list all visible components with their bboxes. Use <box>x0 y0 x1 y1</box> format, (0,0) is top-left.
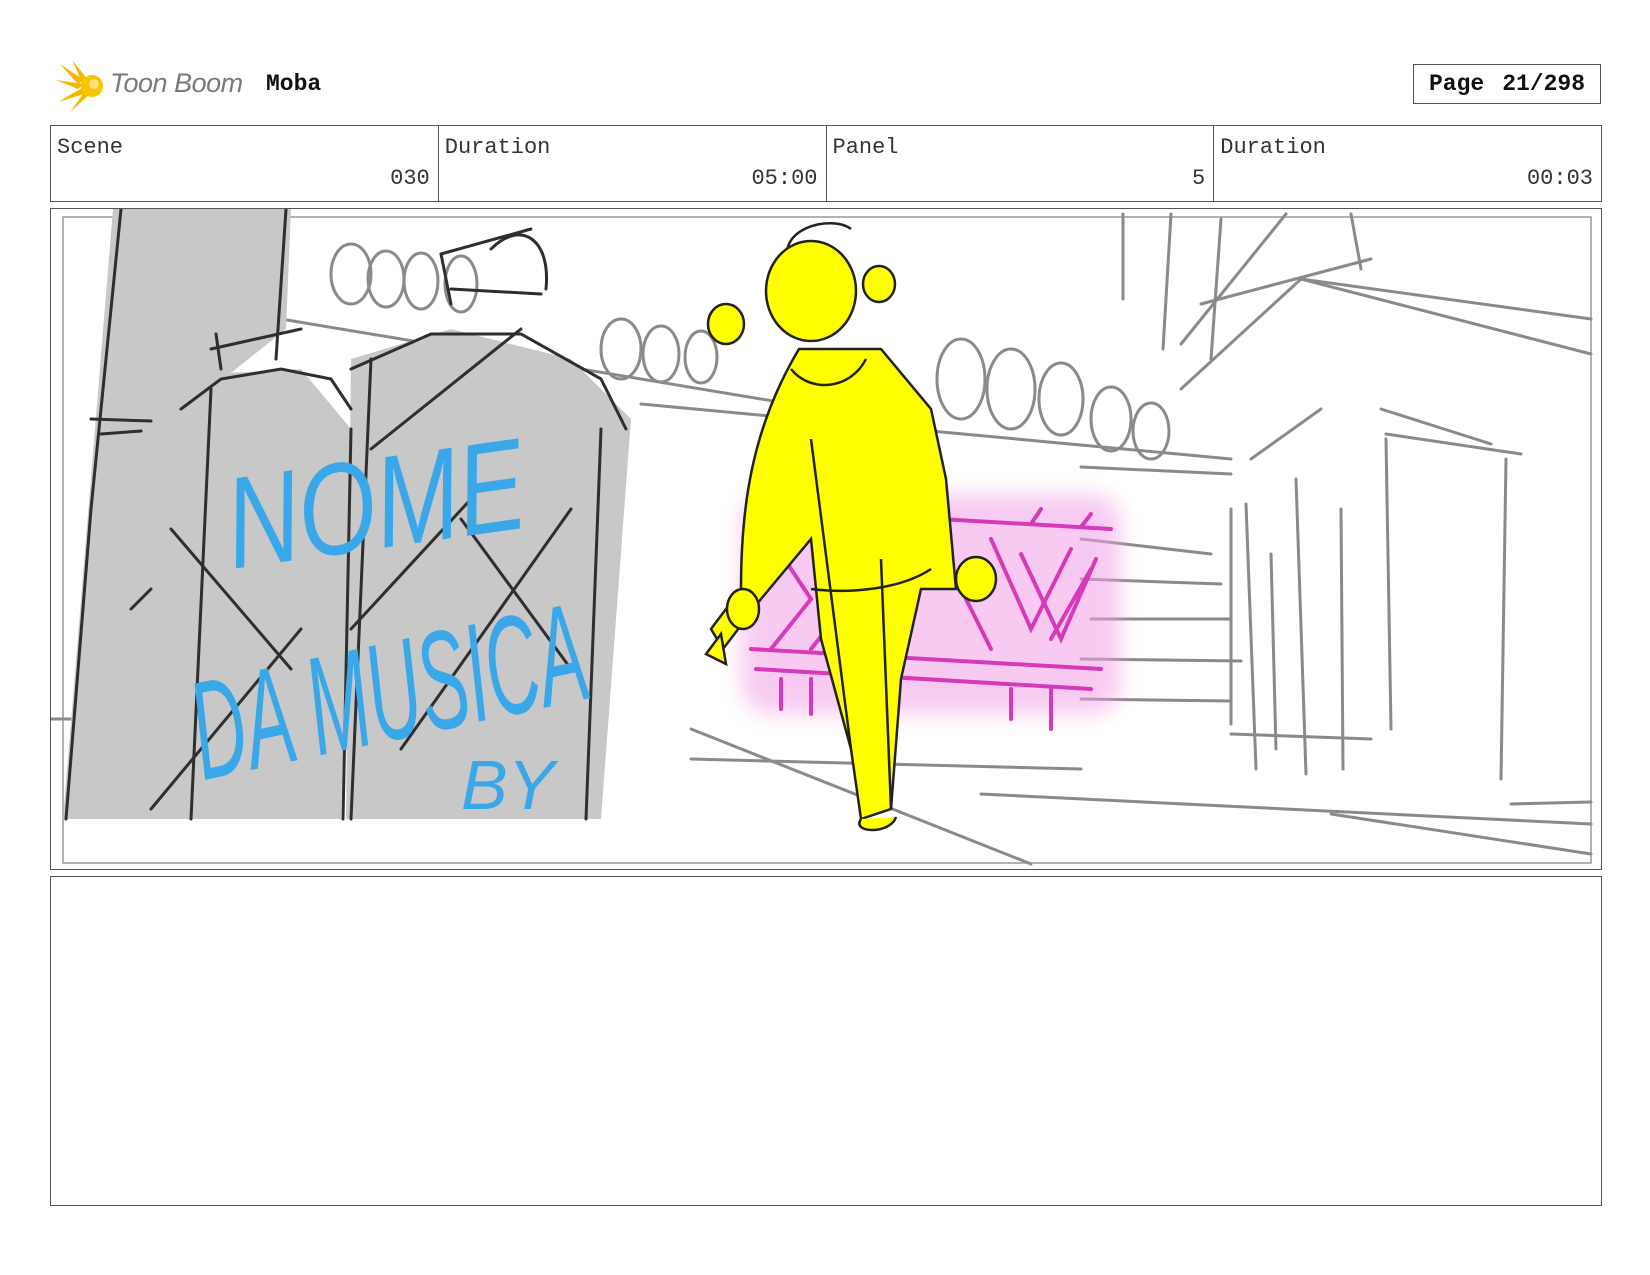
panel-sketch: NOME DA MUSICA BY <box>51 209 1593 866</box>
page-indicator: Page 21/298 <box>1413 64 1601 104</box>
sunburst-logo-icon <box>56 60 103 112</box>
panel-info-table: Scene 030 Duration 05:00 Panel 5 Duratio… <box>50 125 1602 202</box>
scene-cell: Scene 030 <box>51 126 439 201</box>
toon-boom-logo: Toon Boom <box>54 58 244 114</box>
scene-duration-label: Duration <box>444 135 551 160</box>
panel-duration-value: 00:03 <box>1526 166 1593 191</box>
scene-duration-value: 05:00 <box>751 166 818 191</box>
scene-label: Scene <box>57 135 124 160</box>
page-label: Page <box>1428 71 1485 97</box>
page-number: 21/298 <box>1502 71 1586 97</box>
panel-cell: Panel 5 <box>827 126 1215 201</box>
panel-duration-label: Duration <box>1220 135 1326 160</box>
panel-duration-cell: Duration 00:03 <box>1214 126 1601 201</box>
panel-value: 5 <box>1192 166 1206 191</box>
panel-label: Panel <box>832 135 899 160</box>
scene-value: 030 <box>390 166 430 191</box>
storyboard-panel-image: NOME DA MUSICA BY <box>50 208 1602 870</box>
graffiti-line3: BY <box>461 746 559 824</box>
scene-duration-cell: Duration 05:00 <box>439 126 827 201</box>
logo-text: Toon Boom <box>110 68 243 98</box>
project-name: Moba <box>266 71 322 97</box>
panel-notes-box <box>50 876 1602 1206</box>
